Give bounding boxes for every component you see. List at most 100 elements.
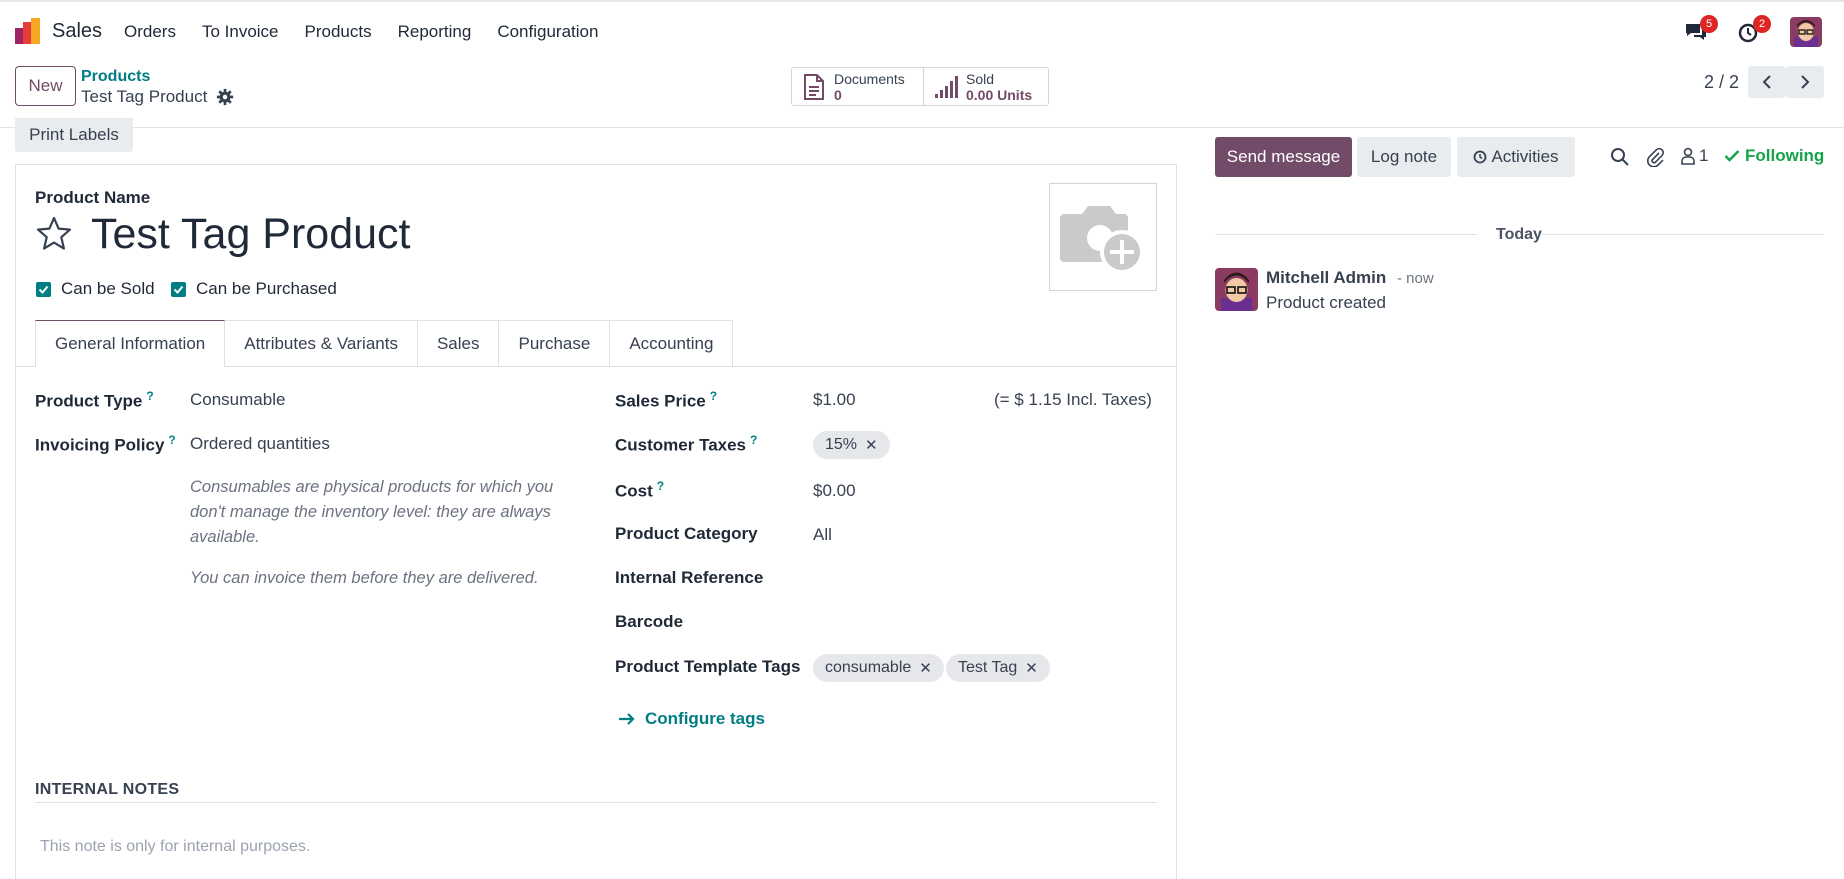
product-type-field[interactable]: Consumable — [190, 390, 285, 410]
remove-tag-icon[interactable]: ✕ — [865, 436, 878, 454]
date-divider — [1542, 234, 1824, 235]
help-tooltip-icon[interactable]: ? — [146, 389, 153, 403]
internal-reference-label: Internal Reference — [615, 568, 764, 587]
menu-to-invoice[interactable]: To Invoice — [202, 22, 279, 42]
documents-smart-button[interactable]: Documents 0 — [792, 68, 923, 105]
app-name[interactable]: Sales — [52, 20, 102, 43]
internal-notes-divider — [35, 802, 1157, 803]
search-icon[interactable] — [1610, 147, 1630, 167]
message-time: - now — [1397, 270, 1434, 287]
product-image-upload[interactable] — [1049, 183, 1157, 291]
print-labels-button[interactable]: Print Labels — [15, 118, 133, 152]
checkbox-checked-icon — [36, 281, 51, 297]
sales-price-label-text: Sales Price — [615, 391, 706, 411]
cost-label: Cost? — [615, 479, 664, 502]
help-tooltip-icon[interactable]: ? — [750, 433, 757, 447]
tax-tag-label: 15% — [825, 436, 858, 453]
user-avatar[interactable] — [1790, 17, 1822, 47]
activities-badge: 2 — [1753, 15, 1771, 33]
following-button[interactable]: Following — [1724, 146, 1824, 166]
smart-buttons: Documents 0 Sold 0.00 Units — [791, 67, 1049, 106]
clock-icon — [1474, 150, 1487, 164]
messages-button[interactable]: 5 — [1684, 15, 1718, 44]
can-be-sold-checkbox[interactable]: Can be Sold — [36, 279, 155, 299]
template-tag[interactable]: Test Tag ✕ — [946, 654, 1050, 682]
send-message-button[interactable]: Send message — [1215, 137, 1352, 177]
internal-notes-input[interactable]: This note is only for internal purposes. — [40, 838, 310, 856]
sold-smart-button[interactable]: Sold 0.00 Units — [923, 68, 1048, 105]
remove-tag-icon[interactable]: ✕ — [1025, 659, 1038, 677]
date-divider — [1215, 234, 1477, 235]
author-avatar[interactable] — [1215, 268, 1258, 311]
product-type-help-text: Consumables are physical products for wh… — [190, 478, 554, 546]
product-category-field[interactable]: All — [813, 525, 832, 545]
document-icon — [804, 73, 824, 100]
remove-tag-icon[interactable]: ✕ — [919, 659, 932, 677]
breadcrumb-products[interactable]: Products — [81, 68, 150, 86]
sales-price-field[interactable]: $1.00 — [813, 390, 856, 410]
message-author[interactable]: Mitchell Admin — [1266, 268, 1386, 288]
template-tag[interactable]: consumable ✕ — [813, 654, 944, 682]
menu-reporting[interactable]: Reporting — [398, 22, 472, 42]
tab-sales[interactable]: Sales — [417, 320, 500, 367]
configure-tags-link[interactable]: Configure tags — [618, 709, 765, 729]
product-type-label: Product Type? — [35, 389, 154, 412]
help-tooltip-icon[interactable]: ? — [710, 389, 717, 403]
checkbox-checked-icon — [171, 281, 186, 297]
customer-taxes-label: Customer Taxes? — [615, 433, 757, 456]
internal-notes-title: INTERNAL NOTES — [35, 781, 180, 798]
documents-label: Documents — [834, 70, 905, 87]
menu-products[interactable]: Products — [305, 22, 372, 42]
documents-count: 0 — [834, 86, 842, 103]
barcode-field[interactable] — [813, 612, 1153, 634]
messages-badge: 5 — [1700, 15, 1718, 33]
tab-purchase[interactable]: Purchase — [499, 320, 611, 367]
template-tag-label: Test Tag — [958, 659, 1018, 676]
help-tooltip-icon[interactable]: ? — [168, 433, 175, 447]
control-panel: New Products Test Tag Product Documents … — [0, 58, 1844, 128]
pager-value[interactable]: 2 / 2 — [1704, 72, 1739, 93]
product-name-field[interactable]: Test Tag Product — [91, 210, 411, 259]
sold-label: Sold — [966, 70, 995, 87]
invoicing-policy-field[interactable]: Ordered quantities — [190, 434, 330, 454]
log-note-button[interactable]: Log note — [1357, 137, 1451, 177]
sales-price-label: Sales Price? — [615, 389, 717, 412]
price-incl-taxes: (= $ 1.15 Incl. Taxes) — [994, 390, 1152, 409]
product-type-label-text: Product Type — [35, 391, 143, 411]
favorite-star-icon[interactable] — [35, 215, 73, 253]
invoice-help-text: You can invoice them before they are del… — [190, 569, 539, 587]
invoicing-policy-label: Invoicing Policy? — [35, 433, 176, 456]
cost-label-text: Cost — [615, 481, 653, 501]
today-label: Today — [1496, 226, 1542, 243]
followers-button[interactable]: 1 — [1680, 146, 1708, 166]
new-button[interactable]: New — [15, 66, 76, 106]
activities-label: Activities — [1491, 147, 1559, 166]
sales-app-logo-icon[interactable] — [15, 18, 41, 44]
tab-accounting[interactable]: Accounting — [610, 320, 734, 367]
form-tabs: General Information Attributes & Variant… — [35, 320, 734, 367]
pager-next-button[interactable] — [1786, 66, 1824, 98]
signal-bars-icon — [935, 75, 958, 98]
customer-taxes-label-text: Customer Taxes — [615, 435, 747, 455]
tab-general-information[interactable]: General Information — [35, 320, 226, 367]
pager-previous-button[interactable] — [1748, 66, 1786, 98]
followers-count: 1 — [1699, 146, 1709, 165]
activities-button[interactable]: 2 — [1737, 15, 1771, 44]
top-navbar: Sales Orders To Invoice Products Reporti… — [0, 0, 1844, 58]
breadcrumb-current: Test Tag Product — [81, 87, 208, 106]
menu-orders[interactable]: Orders — [124, 22, 176, 42]
configure-tags-label: Configure tags — [645, 709, 765, 728]
camera-plus-icon — [1060, 206, 1144, 274]
paperclip-icon[interactable] — [1646, 147, 1666, 167]
menu-configuration[interactable]: Configuration — [497, 22, 598, 42]
tab-attributes-variants[interactable]: Attributes & Variants — [225, 320, 418, 367]
help-tooltip-icon[interactable]: ? — [657, 479, 664, 493]
can-be-purchased-checkbox[interactable]: Can be Purchased — [171, 279, 337, 299]
arrow-right-icon — [619, 713, 635, 725]
tax-tag[interactable]: 15% ✕ — [813, 431, 890, 459]
activities-button-chatter[interactable]: Activities — [1457, 137, 1575, 177]
internal-reference-field[interactable] — [813, 568, 1153, 590]
gear-icon[interactable] — [216, 88, 234, 106]
cost-field[interactable]: $0.00 — [813, 481, 856, 501]
main-menu: Orders To Invoice Products Reporting Con… — [124, 22, 624, 42]
